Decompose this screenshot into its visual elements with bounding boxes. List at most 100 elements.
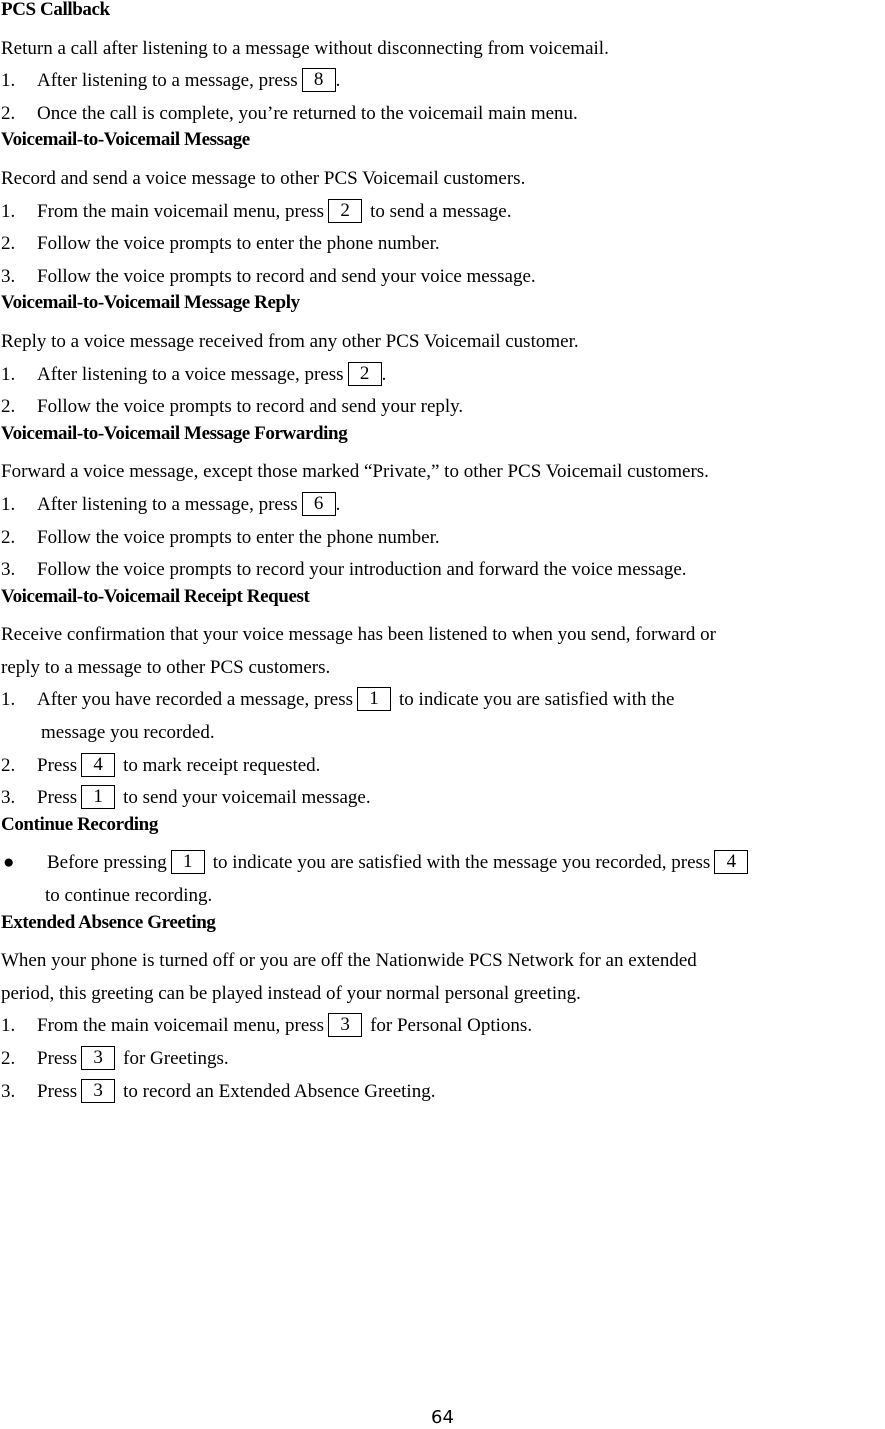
step-number: 2. <box>1 233 16 255</box>
step-text: Press <box>37 1080 78 1102</box>
section-pcs-callback: PCS Callback Return a call after listeni… <box>1 0 885 130</box>
step-text-after: . <box>381 363 387 385</box>
step-item: 2. Follow the voice prompts to record and… <box>1 391 885 424</box>
section-description: reply to a message to other PCS customer… <box>1 656 331 678</box>
bullet-icon: ● <box>3 852 15 874</box>
keypad-key: 1 <box>357 687 392 712</box>
keypad-key: 2 <box>347 361 382 386</box>
step-text-after: . <box>335 70 341 92</box>
step-text: Press <box>37 754 78 776</box>
step-item: 2. Follow the voice prompts to enter the … <box>1 522 885 555</box>
step-text: Follow the voice prompts to record your … <box>37 559 687 581</box>
step-number: 1. <box>1 493 16 515</box>
keypad-key: 6 <box>301 491 336 516</box>
section-description: Forward a voice message, except those ma… <box>1 461 709 483</box>
keypad-key: 1 <box>170 850 205 875</box>
section-heading: Voicemail-to-Voicemail Message Forwardin… <box>1 422 348 444</box>
step-text: Follow the voice prompts to record and s… <box>37 396 464 418</box>
step-text-after: for Personal Options. <box>370 1015 533 1037</box>
section-heading: Voicemail-to-Voicemail Message Reply <box>1 292 300 314</box>
bullet-item: ● Before pressing 1 to indicate you are sat… <box>1 847 885 880</box>
keypad-key: 4 <box>714 850 749 875</box>
step-item: 2. Once the call is complete, you’re retu… <box>1 98 885 131</box>
section-description: Return a call after listening to a messa… <box>1 37 609 59</box>
step-item: 1. After listening to a voice message, pr… <box>1 359 885 392</box>
step-number: 3. <box>1 559 16 581</box>
step-text: Press <box>37 787 78 809</box>
step-item: 1. After listening to a message, press 6. <box>1 489 885 522</box>
step-item: 2. Follow the voice prompts to enter the … <box>1 228 885 261</box>
step-text-after: to indicate you are satisfied with the <box>399 689 675 711</box>
step-text: After you have recorded a message, press <box>37 689 354 711</box>
section-description: Record and send a voice message to other… <box>1 167 526 189</box>
step-number: 2. <box>1 754 16 776</box>
keypad-key: 2 <box>328 198 363 223</box>
keypad-key: 3 <box>81 1046 116 1070</box>
step-text-after: to send your voicemail message. <box>123 787 371 809</box>
step-number: 2. <box>1 526 16 548</box>
step-number: 3. <box>1 787 16 809</box>
step-item: 3. Press 3 to record an Extended Absence Gr… <box>1 1076 885 1109</box>
section-v2v-receipt-request: Voicemail-to-Voicemail Receipt Request R… <box>1 585 885 815</box>
step-text: Follow the voice prompts to record and s… <box>37 265 536 287</box>
step-number: 2. <box>1 396 16 418</box>
keypad-key: 3 <box>328 1013 363 1038</box>
section-description: Receive confirmation that your voice mes… <box>1 624 716 646</box>
step-number: 1. <box>1 200 16 222</box>
section-heading: Voicemail-to-Voicemail Message <box>1 129 250 151</box>
section-heading: Continue Recording <box>1 813 158 835</box>
step-item: 3. Follow the voice prompts to record you… <box>1 554 885 587</box>
section-v2v-forwarding: Voicemail-to-Voicemail Message Forwardin… <box>1 422 885 587</box>
section-description: Reply to a voice message received from a… <box>1 330 579 352</box>
bullet-text-middle: to indicate you are satisfied with the m… <box>212 852 711 874</box>
section-description: When your phone is turned off or you are… <box>1 950 697 972</box>
step-item: 3. Press 1 to send your voicemail message. <box>1 782 885 815</box>
bullet-text: Before pressing <box>47 852 167 874</box>
step-number: 1. <box>1 363 16 385</box>
step-number: 2. <box>1 1048 16 1069</box>
step-number: 1. <box>1 1015 16 1037</box>
section-heading: PCS Callback <box>1 0 110 20</box>
step-text: Follow the voice prompts to enter the ph… <box>37 526 440 548</box>
section-v2v-reply: Voicemail-to-Voicemail Message Reply Rep… <box>1 293 885 423</box>
step-text: Press <box>37 1048 78 1069</box>
document-page: PCS Callback Return a call after listeni… <box>1 0 885 1108</box>
step-text: After listening to a voice message, pres… <box>37 363 344 385</box>
step-text: From the main voicemail menu, press <box>37 1015 325 1037</box>
keypad-key: 4 <box>81 752 116 777</box>
step-number: 3. <box>1 265 16 287</box>
step-continuation: message you recorded. <box>41 722 215 744</box>
section-description: period, this greeting can be played inst… <box>1 982 581 1004</box>
step-number: 1. <box>1 70 16 92</box>
section-continue-recording: Continue Recording ● Before pressing 1 to i… <box>1 813 885 913</box>
keypad-key: 8 <box>301 68 336 93</box>
section-extended-absence-greeting: Extended Absence Greeting When your phon… <box>1 911 885 1109</box>
keypad-key: 1 <box>81 785 116 810</box>
step-item: 1. After listening to a message, press 8. <box>1 65 885 98</box>
step-item: 2. Press 3 for Greetings. <box>1 1043 885 1076</box>
step-item: 3. Follow the voice prompts to record and… <box>1 261 885 294</box>
page-number: 64 <box>431 1407 454 1428</box>
step-item: 2. Press 4 to mark receipt requested. <box>1 750 885 783</box>
keypad-key: 3 <box>81 1078 116 1103</box>
step-text-after: to mark receipt requested. <box>123 754 321 776</box>
step-number: 2. <box>1 102 16 124</box>
step-number: 1. <box>1 689 16 711</box>
step-text: After listening to a message, press <box>37 493 298 515</box>
step-item: 1. From the main voicemail menu, press 3 fo… <box>1 1010 885 1043</box>
step-text-after: to record an Extended Absence Greeting. <box>123 1080 436 1102</box>
bullet-continuation: to continue recording. <box>45 885 213 907</box>
section-heading: Voicemail-to-Voicemail Receipt Request <box>1 585 310 607</box>
step-item: 1. After you have recorded a message, pre… <box>1 684 885 717</box>
step-text: From the main voicemail menu, press <box>37 200 325 222</box>
step-text-after: . <box>335 493 341 515</box>
step-number: 3. <box>1 1080 16 1102</box>
section-heading: Extended Absence Greeting <box>1 911 216 933</box>
section-v2v-message: Voicemail-to-Voicemail Message Record an… <box>1 130 885 293</box>
step-text: After listening to a message, press <box>37 70 298 92</box>
step-item: 1. From the main voicemail menu, press 2 to… <box>1 196 885 229</box>
step-text-after: to send a message. <box>370 200 512 222</box>
step-text-after: for Greetings. <box>123 1048 229 1069</box>
step-text: Once the call is complete, you’re return… <box>37 102 578 124</box>
step-text: Follow the voice prompts to enter the ph… <box>37 233 440 255</box>
